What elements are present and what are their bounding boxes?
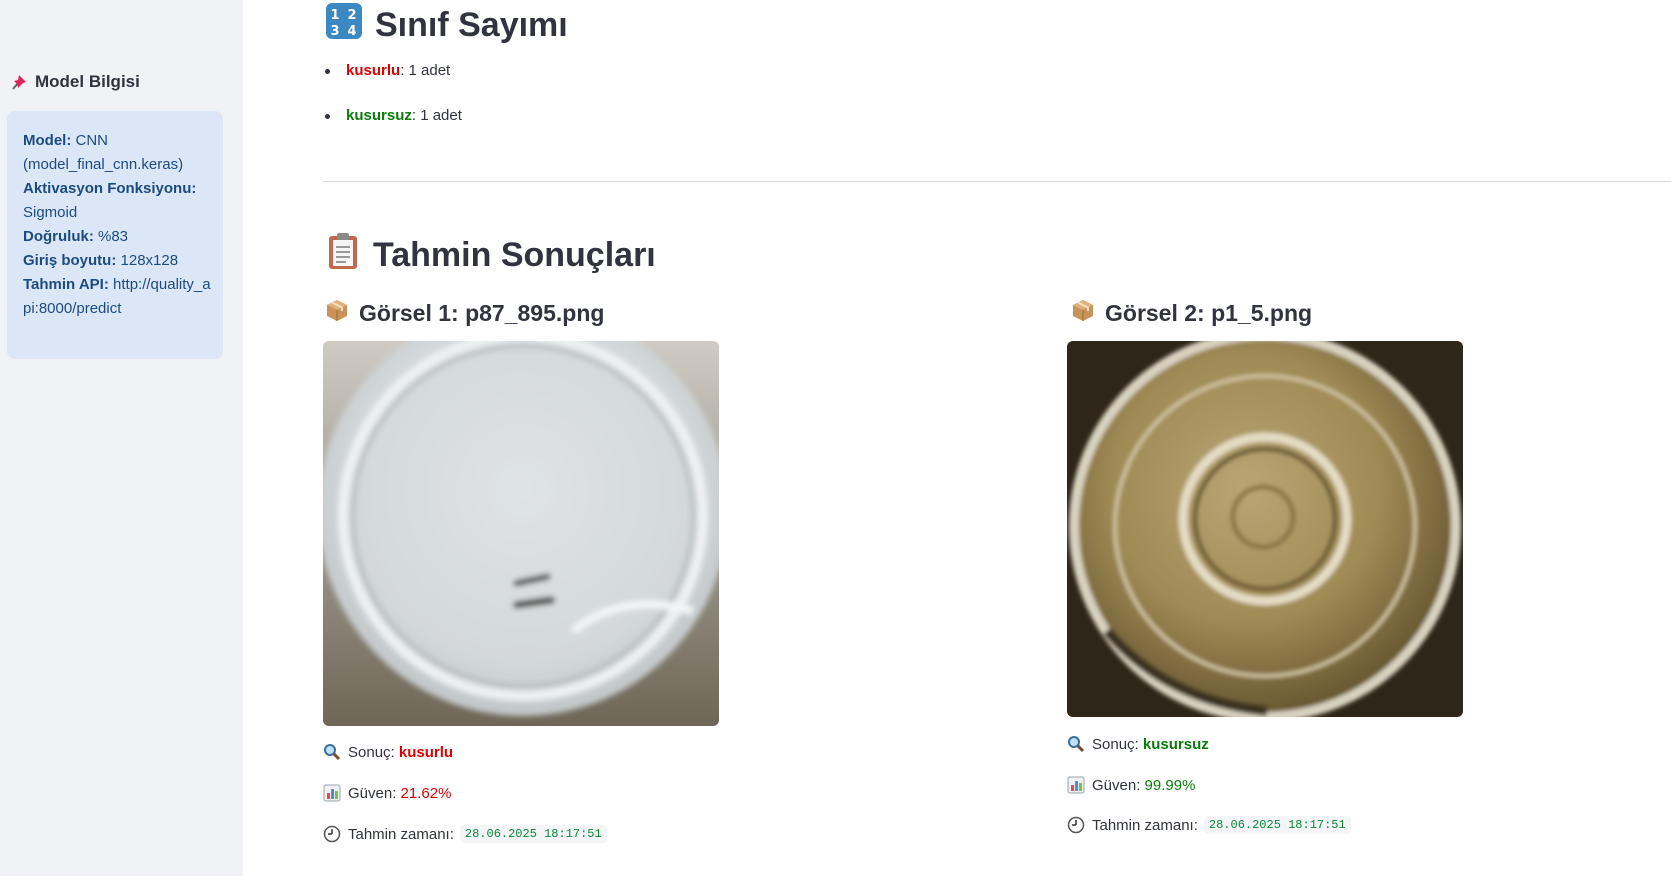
card-2-title: Görsel 2: p1_5.png	[1105, 299, 1313, 326]
confidence-value: 99.99%	[1144, 776, 1196, 794]
input-size-value: 128x128	[120, 252, 179, 269]
package-icon	[325, 298, 349, 328]
card-1-title: Görsel 1: p87_895.png	[359, 299, 605, 326]
confidence-label: Güven:	[348, 784, 397, 802]
result-value: kusurlu	[398, 743, 454, 761]
time-label: Tahmin zamanı:	[348, 825, 454, 843]
main-content: 1 2 3 4 Sınıf Sayımı kusurlu: 1 adet kus…	[243, 0, 1671, 876]
activation-value: Sigmoid	[23, 204, 78, 221]
card-1-confidence-line: Güven: 21.62%	[323, 784, 451, 802]
sidebar-title-text: Model Bilgisi	[35, 72, 140, 91]
activation-row: Aktivasyon Fonksiyonu: Sigmoid	[23, 177, 215, 225]
results-title: Tahmin Sonuçları	[373, 236, 656, 274]
class-count-heading: 1 2 3 4 Sınıf Sayımı	[325, 2, 568, 49]
divider	[323, 181, 1671, 182]
time-value: 28.06.2025 18:17:51	[459, 825, 607, 843]
sidebar-title: Model Bilgisi	[9, 72, 140, 92]
svg-text:1: 1	[330, 8, 339, 23]
sidebar: Model Bilgisi Model: CNN (model_final_cn…	[0, 0, 243, 876]
clipboard-icon	[325, 232, 361, 279]
card-1-result-line: Sonuç: kusurlu	[323, 743, 453, 761]
product-image-2	[1067, 341, 1463, 717]
input-size-label: Giriş boyutu:	[23, 252, 117, 269]
count-label-defect: kusurlu	[346, 62, 401, 79]
time-label: Tahmin zamanı:	[1092, 816, 1198, 834]
result-label: Sonuç:	[1092, 735, 1139, 753]
class-count-title: Sınıf Sayımı	[375, 6, 568, 44]
bar-chart-icon	[1067, 776, 1085, 794]
card-2-result-line: Sonuç: kusursuz	[1067, 735, 1209, 753]
pushpin-icon	[9, 72, 29, 92]
card-2-heading: Görsel 2: p1_5.png	[1071, 298, 1312, 328]
model-label: Model:	[23, 132, 72, 149]
result-value: kusursuz	[1142, 735, 1209, 753]
svg-text:3: 3	[330, 24, 339, 39]
list-item: kusurlu: 1 adet	[323, 60, 462, 105]
count-suffix: : 1 adet	[411, 107, 462, 124]
card-2-confidence-line: Güven: 99.99%	[1067, 776, 1195, 794]
accuracy-label: Doğruluk:	[23, 228, 94, 245]
count-suffix: : 1 adet	[400, 62, 451, 79]
result-label: Sonuç:	[348, 743, 395, 761]
input-size-row: Giriş boyutu: 128x128	[23, 249, 215, 273]
class-count-list: kusurlu: 1 adet kusursuz: 1 adet	[323, 60, 462, 150]
bar-chart-icon	[323, 784, 341, 802]
api-label: Tahmin API:	[23, 276, 109, 293]
api-row: Tahmin API: http://quality_api:8000/pred…	[23, 273, 215, 321]
model-row: Model: CNN (model_final_cnn.keras)	[23, 129, 215, 177]
count-label-ok: kusursuz	[346, 107, 412, 124]
magnifier-icon	[1067, 735, 1085, 753]
card-2-time-line: Tahmin zamanı: 28.06.2025 18:17:51	[1067, 816, 1351, 834]
svg-text:4: 4	[347, 24, 356, 39]
svg-text:2: 2	[347, 8, 356, 23]
package-icon	[1071, 298, 1095, 328]
list-item: kusursuz: 1 adet	[323, 105, 462, 150]
confidence-label: Güven:	[1092, 776, 1141, 794]
confidence-value: 21.62%	[400, 784, 452, 802]
magnifier-icon	[323, 743, 341, 761]
accuracy-row: Doğruluk: %83	[23, 225, 215, 249]
model-info-box: Model: CNN (model_final_cnn.keras) Aktiv…	[7, 111, 223, 359]
clock-icon	[323, 825, 341, 843]
clock-icon	[1067, 816, 1085, 834]
product-image-1	[323, 341, 719, 726]
activation-label: Aktivasyon Fonksiyonu:	[23, 180, 197, 197]
results-heading: Tahmin Sonuçları	[325, 232, 656, 279]
card-1-heading: Görsel 1: p87_895.png	[325, 298, 604, 328]
accuracy-value: %83	[98, 228, 129, 245]
card-1-time-line: Tahmin zamanı: 28.06.2025 18:17:51	[323, 825, 607, 843]
time-value: 28.06.2025 18:17:51	[1203, 816, 1351, 834]
numbers-icon: 1 2 3 4	[325, 2, 363, 49]
